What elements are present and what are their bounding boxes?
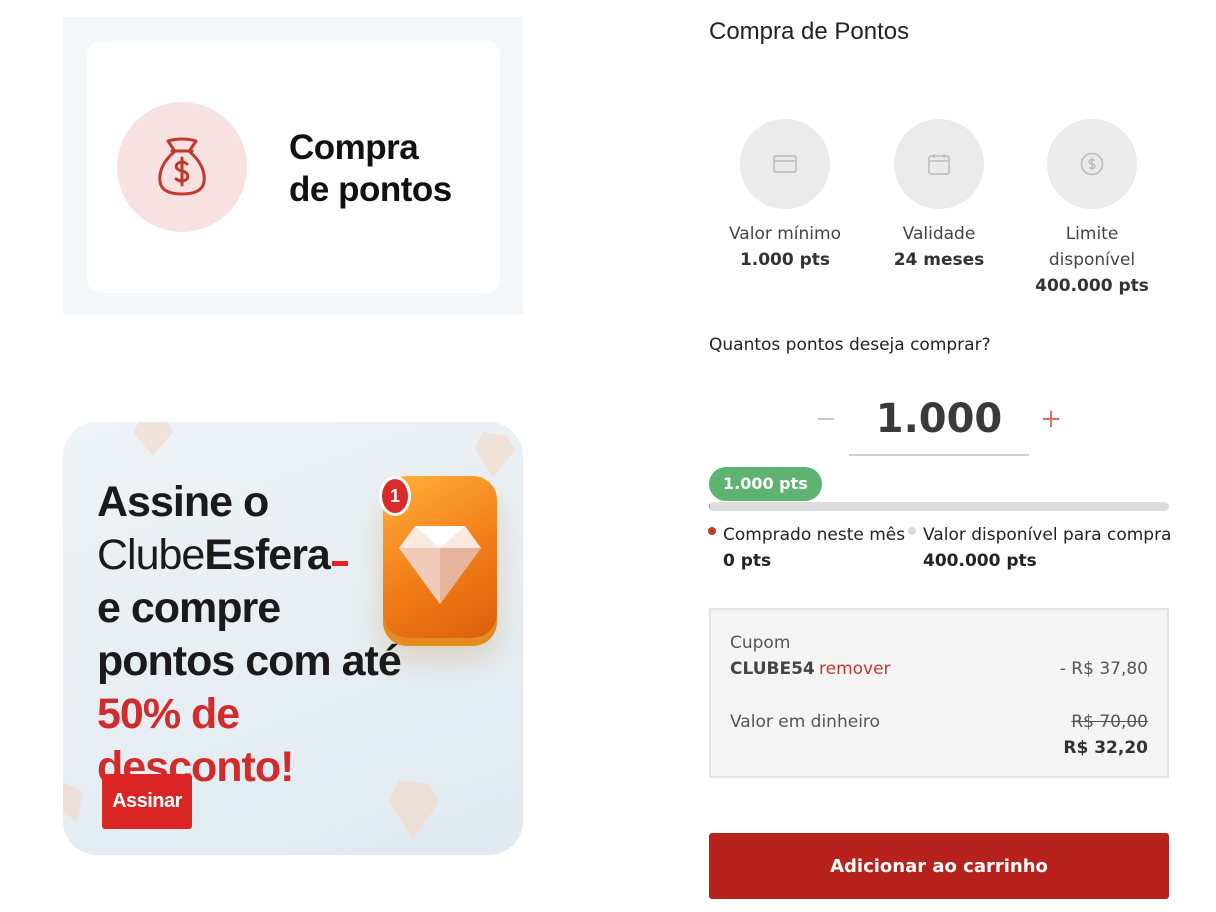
brand-underscore — [331, 561, 348, 566]
dollar-icon — [1080, 152, 1104, 176]
selected-points-pill: 1.000 pts — [709, 467, 822, 501]
promo-brand-light: Clube — [97, 531, 205, 579]
coupon-code: CLUBE54 — [730, 659, 815, 679]
points-purchase-card: Compra de pontos — [63, 17, 523, 314]
legend-label: Valor disponível para compra — [923, 525, 1172, 545]
gem-decoration-icon — [63, 782, 83, 822]
points-progress-track — [709, 502, 1169, 511]
card-title: Compra de pontos — [289, 128, 452, 209]
promo-headline: Assine o ClubeEsfera e compre pontos com… — [97, 476, 417, 794]
legend-value: 0 pts — [723, 551, 772, 571]
card-icon — [773, 155, 797, 173]
money-bag-badge — [117, 102, 247, 232]
legend-available: Valor disponível para compra 400.000 pts — [908, 522, 1172, 574]
info-value: 400.000 pts — [1035, 276, 1149, 296]
info-min-value: Valor mínimo 1.000 pts — [710, 119, 860, 273]
add-to-cart-button[interactable]: Adicionar ao carrinho — [709, 833, 1169, 899]
coupon-discount: - R$ 37,80 — [1059, 659, 1148, 679]
info-value: 1.000 pts — [739, 250, 831, 270]
points-purchase-card-inner: Compra de pontos — [87, 41, 500, 293]
page-title: Compra de Pontos — [709, 18, 910, 45]
calendar-icon — [928, 154, 950, 175]
info-circle — [1047, 119, 1137, 209]
promo-line-1: Assine o — [97, 478, 269, 526]
coupon-label: Cupom — [730, 633, 791, 653]
info-label: Valor mínimo — [729, 224, 841, 244]
info-label: Validade — [902, 224, 976, 244]
remove-coupon-link[interactable]: remover — [819, 656, 891, 682]
legend-purchased: Comprado neste mês 0 pts — [708, 522, 906, 574]
increment-button[interactable]: + — [1036, 402, 1066, 436]
info-circle — [894, 119, 984, 209]
clube-esfera-banner[interactable]: 1 Assine o ClubeEsfera e compre pontos c… — [63, 422, 523, 855]
decrement-button[interactable]: − — [811, 402, 841, 436]
new-price: R$ 32,20 — [1063, 738, 1148, 758]
promo-line-2: ClubeEsfera — [97, 529, 417, 582]
gem-decoration-icon — [133, 422, 173, 456]
legend-label: Comprado neste mês — [723, 525, 906, 545]
info-limit: Limite disponível 400.000 pts — [1017, 119, 1167, 299]
quantity-question: Quantos pontos deseja comprar? — [709, 335, 991, 355]
legend-value: 400.000 pts — [923, 551, 1037, 571]
info-label: Limite disponível — [1048, 224, 1136, 270]
legend-dot — [908, 527, 916, 535]
info-circle — [740, 119, 830, 209]
promo-line-4: pontos com até — [97, 637, 402, 685]
promo-line-3: e compre — [97, 584, 281, 632]
legend-dot — [708, 527, 716, 535]
info-validity: Validade 24 meses — [864, 119, 1014, 273]
subscribe-button[interactable]: Assinar — [102, 774, 192, 829]
gem-decoration-icon — [475, 432, 515, 478]
old-price: R$ 70,00 — [1071, 712, 1148, 732]
info-value: 24 meses — [893, 250, 985, 270]
points-progress-fill — [709, 502, 711, 511]
coupon-summary: Cupom CLUBE54 remover - R$ 37,80 Valor e… — [709, 608, 1169, 778]
promo-brand-bold: Esfera — [204, 531, 330, 579]
cash-value-label: Valor em dinheiro — [730, 712, 880, 732]
money-bag-icon — [158, 137, 206, 196]
quantity-input[interactable]: 1.000 — [849, 386, 1029, 456]
